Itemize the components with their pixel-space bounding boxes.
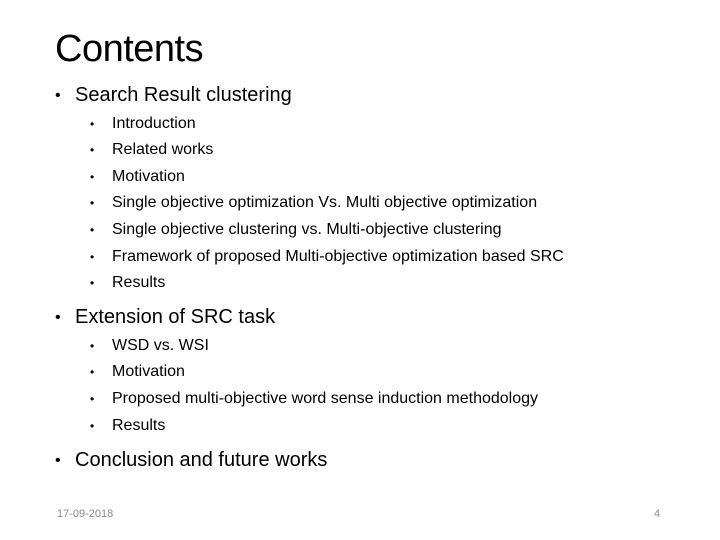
list-item-label: Results bbox=[112, 417, 166, 434]
list-item-label: Proposed multi-objective word sense indu… bbox=[112, 390, 539, 407]
section-extension-of-src-task: • Extension of SRC task bbox=[55, 306, 275, 329]
bullet-icon: • bbox=[90, 419, 95, 433]
list-item: • Motivation bbox=[90, 363, 185, 381]
bullet-icon: • bbox=[90, 143, 95, 157]
list-item-label: WSD vs. WSI bbox=[112, 337, 209, 354]
list-item: • WSD vs. WSI bbox=[90, 337, 209, 355]
slide-number: 4 bbox=[654, 508, 661, 520]
list-item: • Motivation bbox=[90, 168, 185, 186]
bullet-icon: • bbox=[55, 86, 61, 104]
bullet-icon: • bbox=[90, 223, 95, 237]
list-item-label: Framework of proposed Multi-objective op… bbox=[112, 248, 564, 265]
section-label: Conclusion and future works bbox=[75, 449, 328, 471]
section-label: Search Result clustering bbox=[75, 84, 292, 106]
section-conclusion-and-future-works: • Conclusion and future works bbox=[55, 449, 327, 472]
list-item-label: Results bbox=[112, 274, 166, 291]
list-item-label: Motivation bbox=[112, 363, 185, 380]
list-item: • Proposed multi-objective word sense ind… bbox=[90, 390, 538, 408]
section-search-result-clustering: • Search Result clustering bbox=[55, 84, 292, 107]
list-item: • Introduction bbox=[90, 115, 196, 133]
bullet-icon: • bbox=[90, 250, 95, 264]
list-item: • Related works bbox=[90, 141, 213, 159]
bullet-icon: • bbox=[90, 196, 95, 210]
section-label: Extension of SRC task bbox=[75, 306, 276, 328]
bullet-icon: • bbox=[90, 117, 95, 131]
list-item: • Framework of proposed Multi-objective o… bbox=[90, 248, 564, 266]
slide-title: Contents bbox=[55, 28, 204, 70]
footer-date: 17-09-2018 bbox=[57, 508, 114, 520]
bullet-icon: • bbox=[90, 339, 95, 353]
bullet-icon: • bbox=[55, 451, 61, 469]
list-item-label: Single objective optimization Vs. Multi … bbox=[112, 194, 538, 211]
bullet-icon: • bbox=[90, 170, 95, 184]
list-item: • Results bbox=[90, 417, 165, 435]
list-item-label: Introduction bbox=[112, 115, 196, 132]
list-item: • Single objective clustering vs. Multi-o… bbox=[90, 221, 502, 239]
list-item: • Results bbox=[90, 274, 165, 292]
list-item-label: Single objective clustering vs. Multi-ob… bbox=[112, 221, 502, 238]
bullet-icon: • bbox=[90, 365, 95, 379]
list-item-label: Motivation bbox=[112, 168, 185, 185]
list-item: • Single objective optimization Vs. Multi… bbox=[90, 194, 537, 212]
bullet-icon: • bbox=[55, 308, 61, 326]
bullet-icon: • bbox=[90, 392, 95, 406]
bullet-icon: • bbox=[90, 276, 95, 290]
list-item-label: Related works bbox=[112, 141, 214, 158]
